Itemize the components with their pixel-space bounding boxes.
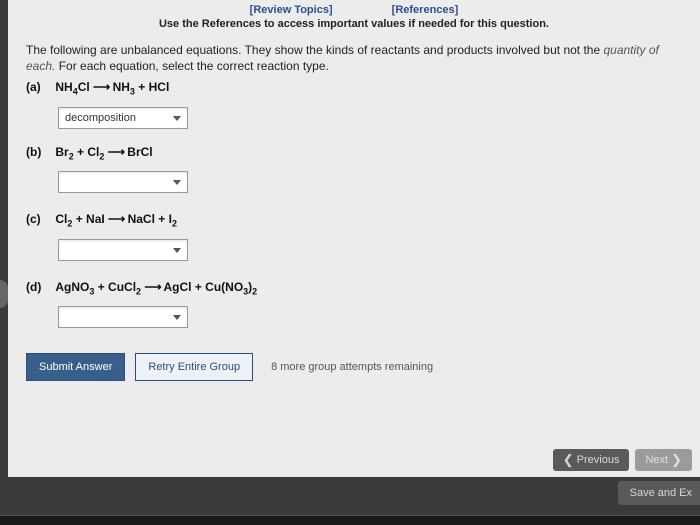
chevron-down-icon <box>173 180 181 185</box>
review-topics-link[interactable]: [Review Topics] <box>250 4 333 16</box>
submit-answer-button[interactable]: Submit Answer <box>26 353 125 381</box>
part-d-equation: AgNO3 + CuCl2 ⟶ AgCl + Cu(NO3)2 <box>55 280 257 294</box>
references-link[interactable]: [References] <box>392 4 459 16</box>
nav-row: ❮ Previous Next ❯ <box>553 449 692 471</box>
part-c-select[interactable] <box>58 239 188 261</box>
part-b-select[interactable] <box>58 171 188 193</box>
part-b: (b) Br2 + Cl2 ⟶ BrCl <box>26 145 682 196</box>
part-a-equation: NH4Cl ⟶ NH3 + HCl <box>55 80 169 94</box>
part-a-select[interactable]: decomposition <box>58 107 188 129</box>
previous-label: Previous <box>577 454 620 466</box>
part-b-equation: Br2 + Cl2 ⟶ BrCl <box>55 145 152 159</box>
part-a-label: (a) <box>26 80 52 94</box>
next-label: Next <box>645 454 668 466</box>
part-d: (d) AgNO3 + CuCl2 ⟶ AgCl + Cu(NO3)2 <box>26 280 682 331</box>
part-c: (c) Cl2 + NaI ⟶ NaCl + I2 <box>26 212 682 263</box>
next-button[interactable]: Next ❯ <box>635 449 692 471</box>
part-b-label: (b) <box>26 145 52 159</box>
attempts-remaining: 8 more group attempts remaining <box>271 361 433 373</box>
save-and-exit-button[interactable]: Save and Ex <box>618 481 700 505</box>
reference-hint: Use the References to access important v… <box>8 16 700 42</box>
part-a-selected: decomposition <box>65 112 136 124</box>
dock-edge <box>0 515 700 525</box>
part-c-label: (c) <box>26 212 52 226</box>
part-d-select[interactable] <box>58 306 188 328</box>
previous-button[interactable]: ❮ Previous <box>553 449 630 471</box>
chevron-down-icon <box>173 315 181 320</box>
question-intro: The following are unbalanced equations. … <box>26 42 682 74</box>
part-c-equation: Cl2 + NaI ⟶ NaCl + I2 <box>55 212 177 226</box>
retry-group-button[interactable]: Retry Entire Group <box>135 353 253 381</box>
part-d-label: (d) <box>26 280 52 294</box>
top-links: [Review Topics] [References] <box>8 0 700 16</box>
question-panel: [Review Topics] [References] Use the Ref… <box>8 0 700 477</box>
action-row: Submit Answer Retry Entire Group 8 more … <box>26 353 700 381</box>
intro-main: The following are unbalanced equations. … <box>26 43 603 57</box>
intro-line2: For each equation, select the correct re… <box>55 59 328 73</box>
part-a: (a) NH4Cl ⟶ NH3 + HCl decomposition <box>26 80 682 128</box>
chevron-down-icon <box>173 248 181 253</box>
chevron-down-icon <box>173 116 181 121</box>
side-tab[interactable] <box>0 280 8 308</box>
